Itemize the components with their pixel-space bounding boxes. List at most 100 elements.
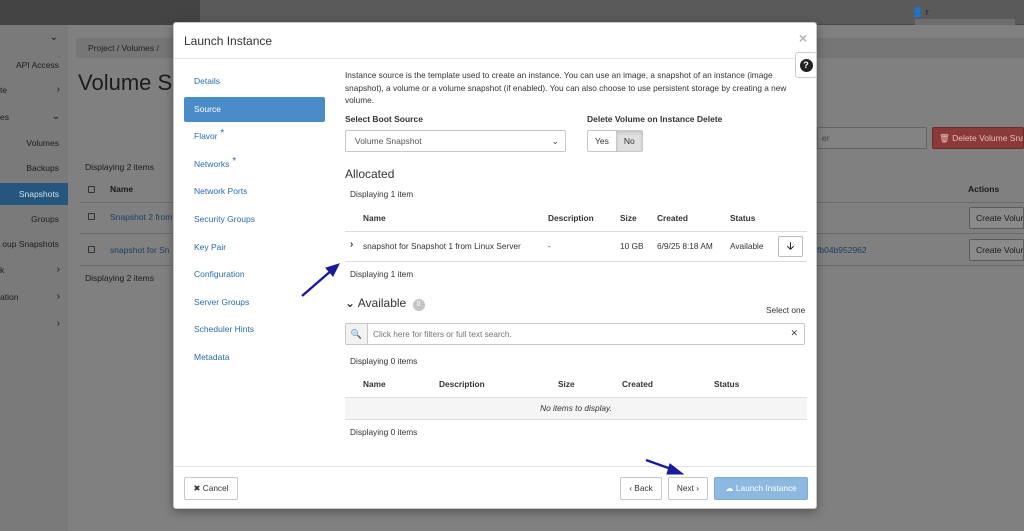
chevron-right-icon: ›: [56, 264, 60, 275]
required-asterisk-icon: *: [229, 155, 237, 167]
available-col-description: Description: [439, 379, 485, 389]
logo-area: [0, 0, 200, 25]
allocated-row-description: -: [548, 241, 551, 251]
available-col-size: Size: [558, 379, 575, 389]
allocated-col-name: Name: [363, 213, 386, 223]
wizard-step-details[interactable]: Details: [184, 69, 325, 94]
chevron-right-icon: ›: [56, 84, 60, 95]
wizard-step-label: Key Pair: [194, 241, 227, 252]
wizard-step-label: Network Ports: [194, 186, 248, 197]
deallocate-arrow-down-button[interactable]: 🡣: [778, 236, 803, 257]
close-icon[interactable]: ×: [799, 30, 807, 46]
sidebar-item-group-snapshots[interactable]: oup Snapshots: [0, 233, 68, 255]
sidebar-item-more[interactable]: ›: [0, 313, 68, 335]
help-button[interactable]: ?: [795, 52, 817, 78]
select-all-checkbox[interactable]: [88, 186, 95, 193]
empty-table-message: No items to display.: [345, 397, 807, 420]
sidebar-item-volumes[interactable]: Volumes: [0, 132, 68, 154]
wizard-step-security-groups[interactable]: Security Groups: [184, 207, 325, 232]
allocated-col-description: Description: [548, 213, 594, 223]
wizard-step-server-groups[interactable]: Server Groups: [184, 290, 325, 315]
available-displaying-top: Displaying 0 items: [350, 356, 418, 366]
sidebar-item-backups[interactable]: Backups: [0, 157, 68, 179]
wizard-step-flavor[interactable]: Flavor *: [184, 124, 325, 149]
available-heading-toggle[interactable]: ⌄ Available 0: [345, 296, 425, 311]
modal-title: Launch Instance: [184, 34, 273, 48]
wizard-step-label: Server Groups: [194, 296, 250, 307]
chevron-down-icon: ⌄: [51, 111, 60, 122]
back-button[interactable]: ‹ Back: [620, 477, 662, 500]
user-label: 👤 r: [912, 7, 929, 17]
row-checkbox[interactable]: [88, 246, 95, 253]
allocated-col-size: Size: [620, 213, 637, 223]
row-checkbox[interactable]: [88, 213, 95, 220]
delete-volume-snapshots-button[interactable]: 🗑 Delete Volume Sna: [932, 127, 1024, 149]
wizard-step-label: Scheduler Hints: [194, 324, 255, 335]
chevron-down-icon: ⌄: [49, 32, 58, 43]
column-header-name: Name: [110, 184, 134, 194]
allocated-col-status: Status: [730, 213, 756, 223]
create-volume-button[interactable]: Create Volum: [969, 239, 1024, 261]
displaying-count-top: Displaying 2 items: [85, 162, 154, 172]
sidebar-item-api-access[interactable]: API Access: [0, 54, 68, 76]
sidebar-item-orchestration[interactable]: ation ›: [0, 286, 68, 308]
allocated-heading: Allocated: [345, 167, 395, 181]
sidebar-item-label: k: [0, 265, 5, 275]
toggle-no-button[interactable]: No: [615, 130, 643, 152]
source-intro-text: Instance source is the template used to …: [345, 70, 787, 105]
sidebar-item-snapshots[interactable]: Snapshots: [0, 183, 68, 205]
launch-instance-modal: Launch Instance × Details Source Flavor …: [173, 22, 817, 509]
wizard-step-scheduler-hints[interactable]: Scheduler Hints: [184, 317, 325, 342]
clear-search-icon[interactable]: ✕: [790, 328, 798, 339]
available-search-input[interactable]: [373, 324, 773, 344]
sidebar-item-groups[interactable]: Groups: [0, 208, 68, 230]
wizard-step-key-pair[interactable]: Key Pair: [184, 235, 325, 260]
next-button[interactable]: Next ›: [668, 477, 708, 500]
wizard-step-label: Flavor: [194, 131, 218, 142]
sidebar-chevron-row[interactable]: ⌄: [0, 27, 68, 49]
wizard-step-label: Configuration: [194, 269, 245, 280]
table-row-link[interactable]: Snapshot 2 from: [110, 212, 172, 222]
create-volume-button[interactable]: Create Volum: [969, 207, 1024, 229]
boot-source-label: Select Boot Source: [345, 114, 423, 124]
search-icon: 🔍: [346, 324, 368, 344]
wizard-step-configuration[interactable]: Configuration: [184, 262, 325, 287]
sidebar-item-label: es: [0, 112, 9, 122]
table-row-link[interactable]: snapshot for Sn: [110, 245, 170, 255]
boot-source-select[interactable]: Volume Snapshot ⌄: [345, 130, 566, 152]
chevron-down-icon: ⌄: [551, 136, 559, 146]
chevron-right-icon[interactable]: ›: [350, 239, 353, 250]
chevron-right-icon: ›: [56, 318, 60, 329]
wizard-step-label: Security Groups: [194, 213, 255, 224]
cancel-button[interactable]: ✖ Cancel: [184, 477, 238, 500]
allocated-row-status: Available: [730, 241, 764, 251]
launch-instance-button[interactable]: ☁ Launch Instance: [714, 477, 808, 500]
sidebar-item-label: ation: [0, 292, 19, 302]
wizard-step-label: Metadata: [194, 351, 230, 362]
sidebar-item-volumes-group[interactable]: es ⌄: [0, 106, 68, 128]
table-row-id[interactable]: fb04b952962: [817, 245, 867, 255]
select-one-label: Select one: [766, 305, 806, 315]
wizard-step-metadata[interactable]: Metadata: [184, 345, 325, 370]
toggle-yes-button[interactable]: Yes: [587, 130, 616, 152]
wizard-step-networks[interactable]: Networks *: [184, 152, 325, 177]
arrow-down-icon: 🡣: [786, 241, 795, 252]
allocated-row-name: snapshot for Snapshot 1 from Linux Serve…: [363, 241, 521, 251]
sidebar-item-network[interactable]: k ›: [0, 259, 68, 281]
sidebar-item-compute[interactable]: te ›: [0, 79, 68, 101]
sidebar-item-label: te: [0, 85, 8, 95]
allocated-row-size: 10 GB: [620, 241, 644, 251]
wizard-step-label: Details: [194, 76, 220, 86]
column-header-actions: Actions: [968, 184, 1000, 194]
filter-input[interactable]: er: [817, 127, 927, 149]
available-heading: Available: [357, 296, 407, 310]
page-title: Volume S: [78, 70, 173, 95]
chevron-right-icon: ›: [56, 291, 60, 302]
boot-source-value: Volume Snapshot: [355, 136, 422, 146]
available-col-created: Created: [622, 379, 653, 389]
wizard-step-source[interactable]: Source: [184, 96, 325, 122]
displaying-count-bottom: Displaying 2 items: [85, 273, 154, 283]
wizard-step-network-ports[interactable]: Network Ports: [184, 179, 325, 204]
allocated-col-created: Created: [657, 213, 688, 223]
modal-header: Launch Instance ×: [174, 23, 816, 59]
